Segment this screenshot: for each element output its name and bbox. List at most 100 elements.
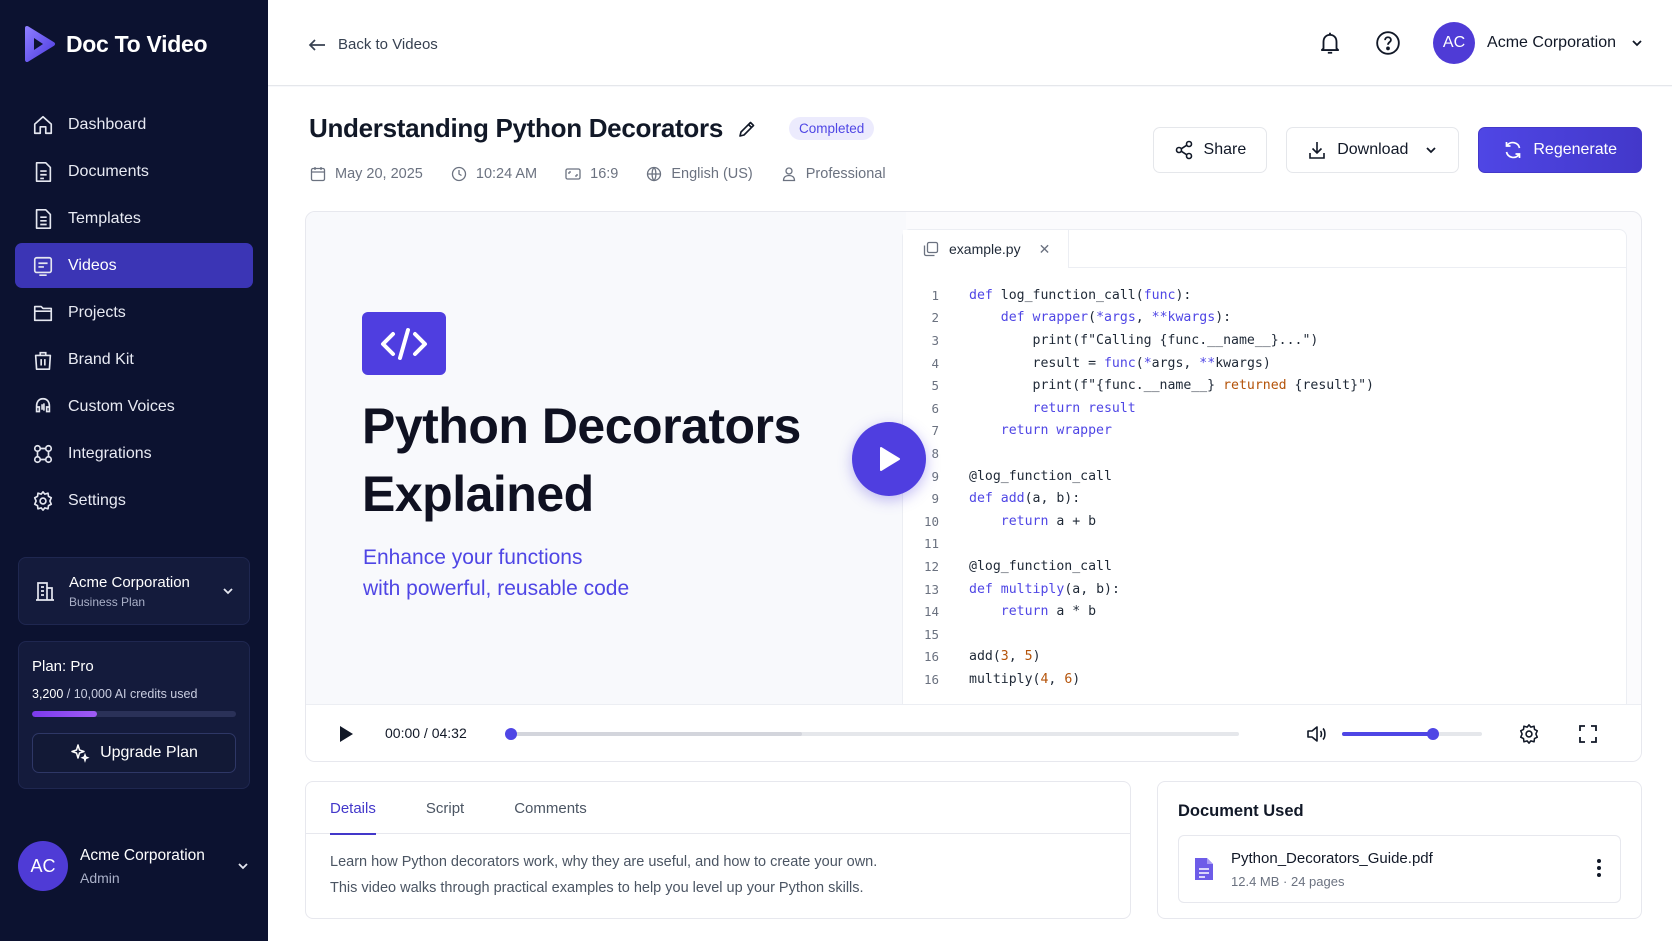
credits-used: 3,200 (32, 687, 64, 701)
seek-handle[interactable] (505, 728, 517, 740)
upgrade-plan-button[interactable]: Upgrade Plan (32, 733, 236, 773)
sidebar-item-custom-voices[interactable]: Custom Voices (15, 384, 253, 429)
sidebar-item-brand-kit[interactable]: Brand Kit (15, 337, 253, 382)
arrow-left-icon (308, 38, 325, 51)
code-line: 11 (903, 533, 1626, 556)
sidebar-item-label: Projects (68, 303, 126, 321)
video-actions: Share Download Regenerate (1152, 127, 1642, 173)
code-text: multiply(4, 6) (969, 671, 1081, 687)
line-number: 2 (931, 310, 939, 326)
line-number: 12 (923, 558, 939, 574)
video-player[interactable]: Python Decorators Explained Enhance your… (305, 211, 1642, 762)
meta-language-value: English (US) (671, 166, 753, 182)
slide-subtitle-line: with powerful, reusable code (363, 577, 630, 600)
line-number: 14 (923, 604, 939, 620)
home-icon (33, 115, 53, 134)
calendar-icon (310, 167, 326, 182)
editor-file-tab[interactable]: example.py ✕ (903, 230, 1070, 268)
editor-file-name: example.py (949, 241, 1021, 257)
sidebar-item-settings[interactable]: Settings (15, 478, 253, 523)
code-text: def multiply(a, b): (969, 581, 1120, 597)
tab-comments[interactable]: Comments (514, 782, 587, 834)
share-button[interactable]: Share (1152, 127, 1268, 173)
account-avatar[interactable]: AC (1433, 22, 1476, 64)
top-bar: Back to Videos AC Acme Corporation (268, 0, 1672, 86)
code-text: return wrapper (1000, 423, 1112, 439)
volume-icon[interactable] (1306, 724, 1328, 744)
document-file-row[interactable]: Python_Decorators_Guide.pdf 12.4 MB · 24… (1178, 835, 1621, 903)
edit-pencil-icon[interactable] (737, 119, 757, 139)
code-text: print(f"Calling {func.__name__}...") (969, 332, 1319, 348)
meta-time-value: 10:24 AM (475, 166, 538, 182)
sidebar-item-label: Templates (68, 209, 141, 227)
aspect-ratio-icon (565, 168, 581, 180)
fullscreen-icon[interactable] (1578, 724, 1598, 744)
plan-title: Plan: Pro (32, 658, 94, 675)
volume-slider[interactable] (1342, 728, 1482, 740)
code-line: 9 @log_function_call (903, 465, 1626, 488)
code-editor: example.py ✕ 1 def log_function_call(func… (902, 229, 1627, 705)
integrations-icon (33, 444, 53, 463)
document-file-meta: 12.4 MB · 24 pages (1231, 873, 1345, 889)
page-title: Understanding Python Decorators (309, 113, 723, 143)
line-number: 15 (923, 626, 939, 642)
details-panel: Details Script Comments Learn how Python… (305, 781, 1131, 919)
sidebar-item-projects[interactable]: Projects (15, 290, 253, 335)
globe-icon (647, 166, 662, 182)
user-menu[interactable]: AC Acme Corporation Admin (18, 836, 250, 896)
sidebar-item-videos[interactable]: Videos (15, 243, 253, 288)
sidebar-item-templates[interactable]: Templates (15, 196, 253, 241)
plan-usage: 3,200 / 10,000 AI credits used (32, 687, 236, 701)
code-line: 8 (903, 442, 1626, 465)
logo-icon (25, 26, 55, 62)
sidebar-item-documents[interactable]: Documents (15, 149, 253, 194)
code-text: result = func(*args, **kwargs) (969, 355, 1271, 371)
play-icon[interactable] (338, 725, 354, 743)
code-line: 7 return wrapper (903, 420, 1626, 443)
org-switcher[interactable]: Acme Corporation Business Plan (18, 557, 250, 625)
download-button[interactable]: Download (1286, 127, 1460, 173)
building-icon (36, 582, 54, 601)
meta-date: May 20, 2025 (310, 166, 423, 182)
bell-icon[interactable] (1317, 30, 1343, 56)
user-role: Admin (80, 869, 120, 886)
regenerate-button[interactable]: Regenerate (1478, 127, 1642, 173)
seek-bar[interactable] (505, 728, 1239, 740)
meta-aspect: 16:9 (565, 166, 618, 182)
document-used-panel: Document Used Python_Decorators_Guide.pd… (1157, 781, 1642, 919)
plan-card: Plan: Pro 3,200 / 10,000 AI credits used… (18, 641, 250, 789)
chevron-down-icon[interactable] (1630, 36, 1644, 50)
app-name: Doc To Video (66, 30, 208, 57)
play-icon (880, 447, 900, 471)
upgrade-plan-label: Upgrade Plan (100, 744, 198, 761)
sidebar-item-integrations[interactable]: Integrations (15, 431, 253, 476)
sidebar-item-dashboard[interactable]: Dashboard (15, 102, 253, 147)
line-number: 1 (931, 287, 939, 303)
play-overlay-button[interactable] (852, 422, 926, 496)
tab-details[interactable]: Details (330, 782, 376, 835)
volume-handle[interactable] (1427, 728, 1439, 740)
user-name: Acme Corporation (80, 846, 205, 864)
code-line: 6 return result (903, 397, 1626, 420)
video-description: Learn how Python decorators work, why th… (306, 834, 1130, 916)
document-file-name: Python_Decorators_Guide.pdf (1231, 849, 1433, 867)
more-vertical-icon[interactable] (1596, 858, 1602, 878)
account-name[interactable]: Acme Corporation (1487, 34, 1616, 52)
slide-subtitle: Enhance your functions with powerful, re… (363, 542, 783, 604)
code-line: 15 (903, 623, 1626, 646)
brand[interactable]: Doc To Video (24, 26, 208, 62)
gear-icon[interactable] (1518, 723, 1540, 745)
back-to-videos-link[interactable]: Back to Videos (308, 36, 438, 53)
help-icon[interactable] (1375, 30, 1401, 56)
slide-title-line: Python Decorators (362, 398, 801, 454)
line-number: 16 (923, 671, 939, 687)
editor-tabs: example.py ✕ (903, 230, 1626, 268)
org-name: Acme Corporation (69, 573, 190, 591)
gear-icon (33, 490, 53, 511)
code-line: 10 return a + b (903, 510, 1626, 533)
credits-progress-fill (32, 711, 98, 717)
close-icon[interactable]: ✕ (1039, 241, 1051, 258)
tab-script[interactable]: Script (426, 782, 464, 834)
folder-icon (33, 305, 53, 321)
chevron-down-icon (238, 863, 248, 870)
